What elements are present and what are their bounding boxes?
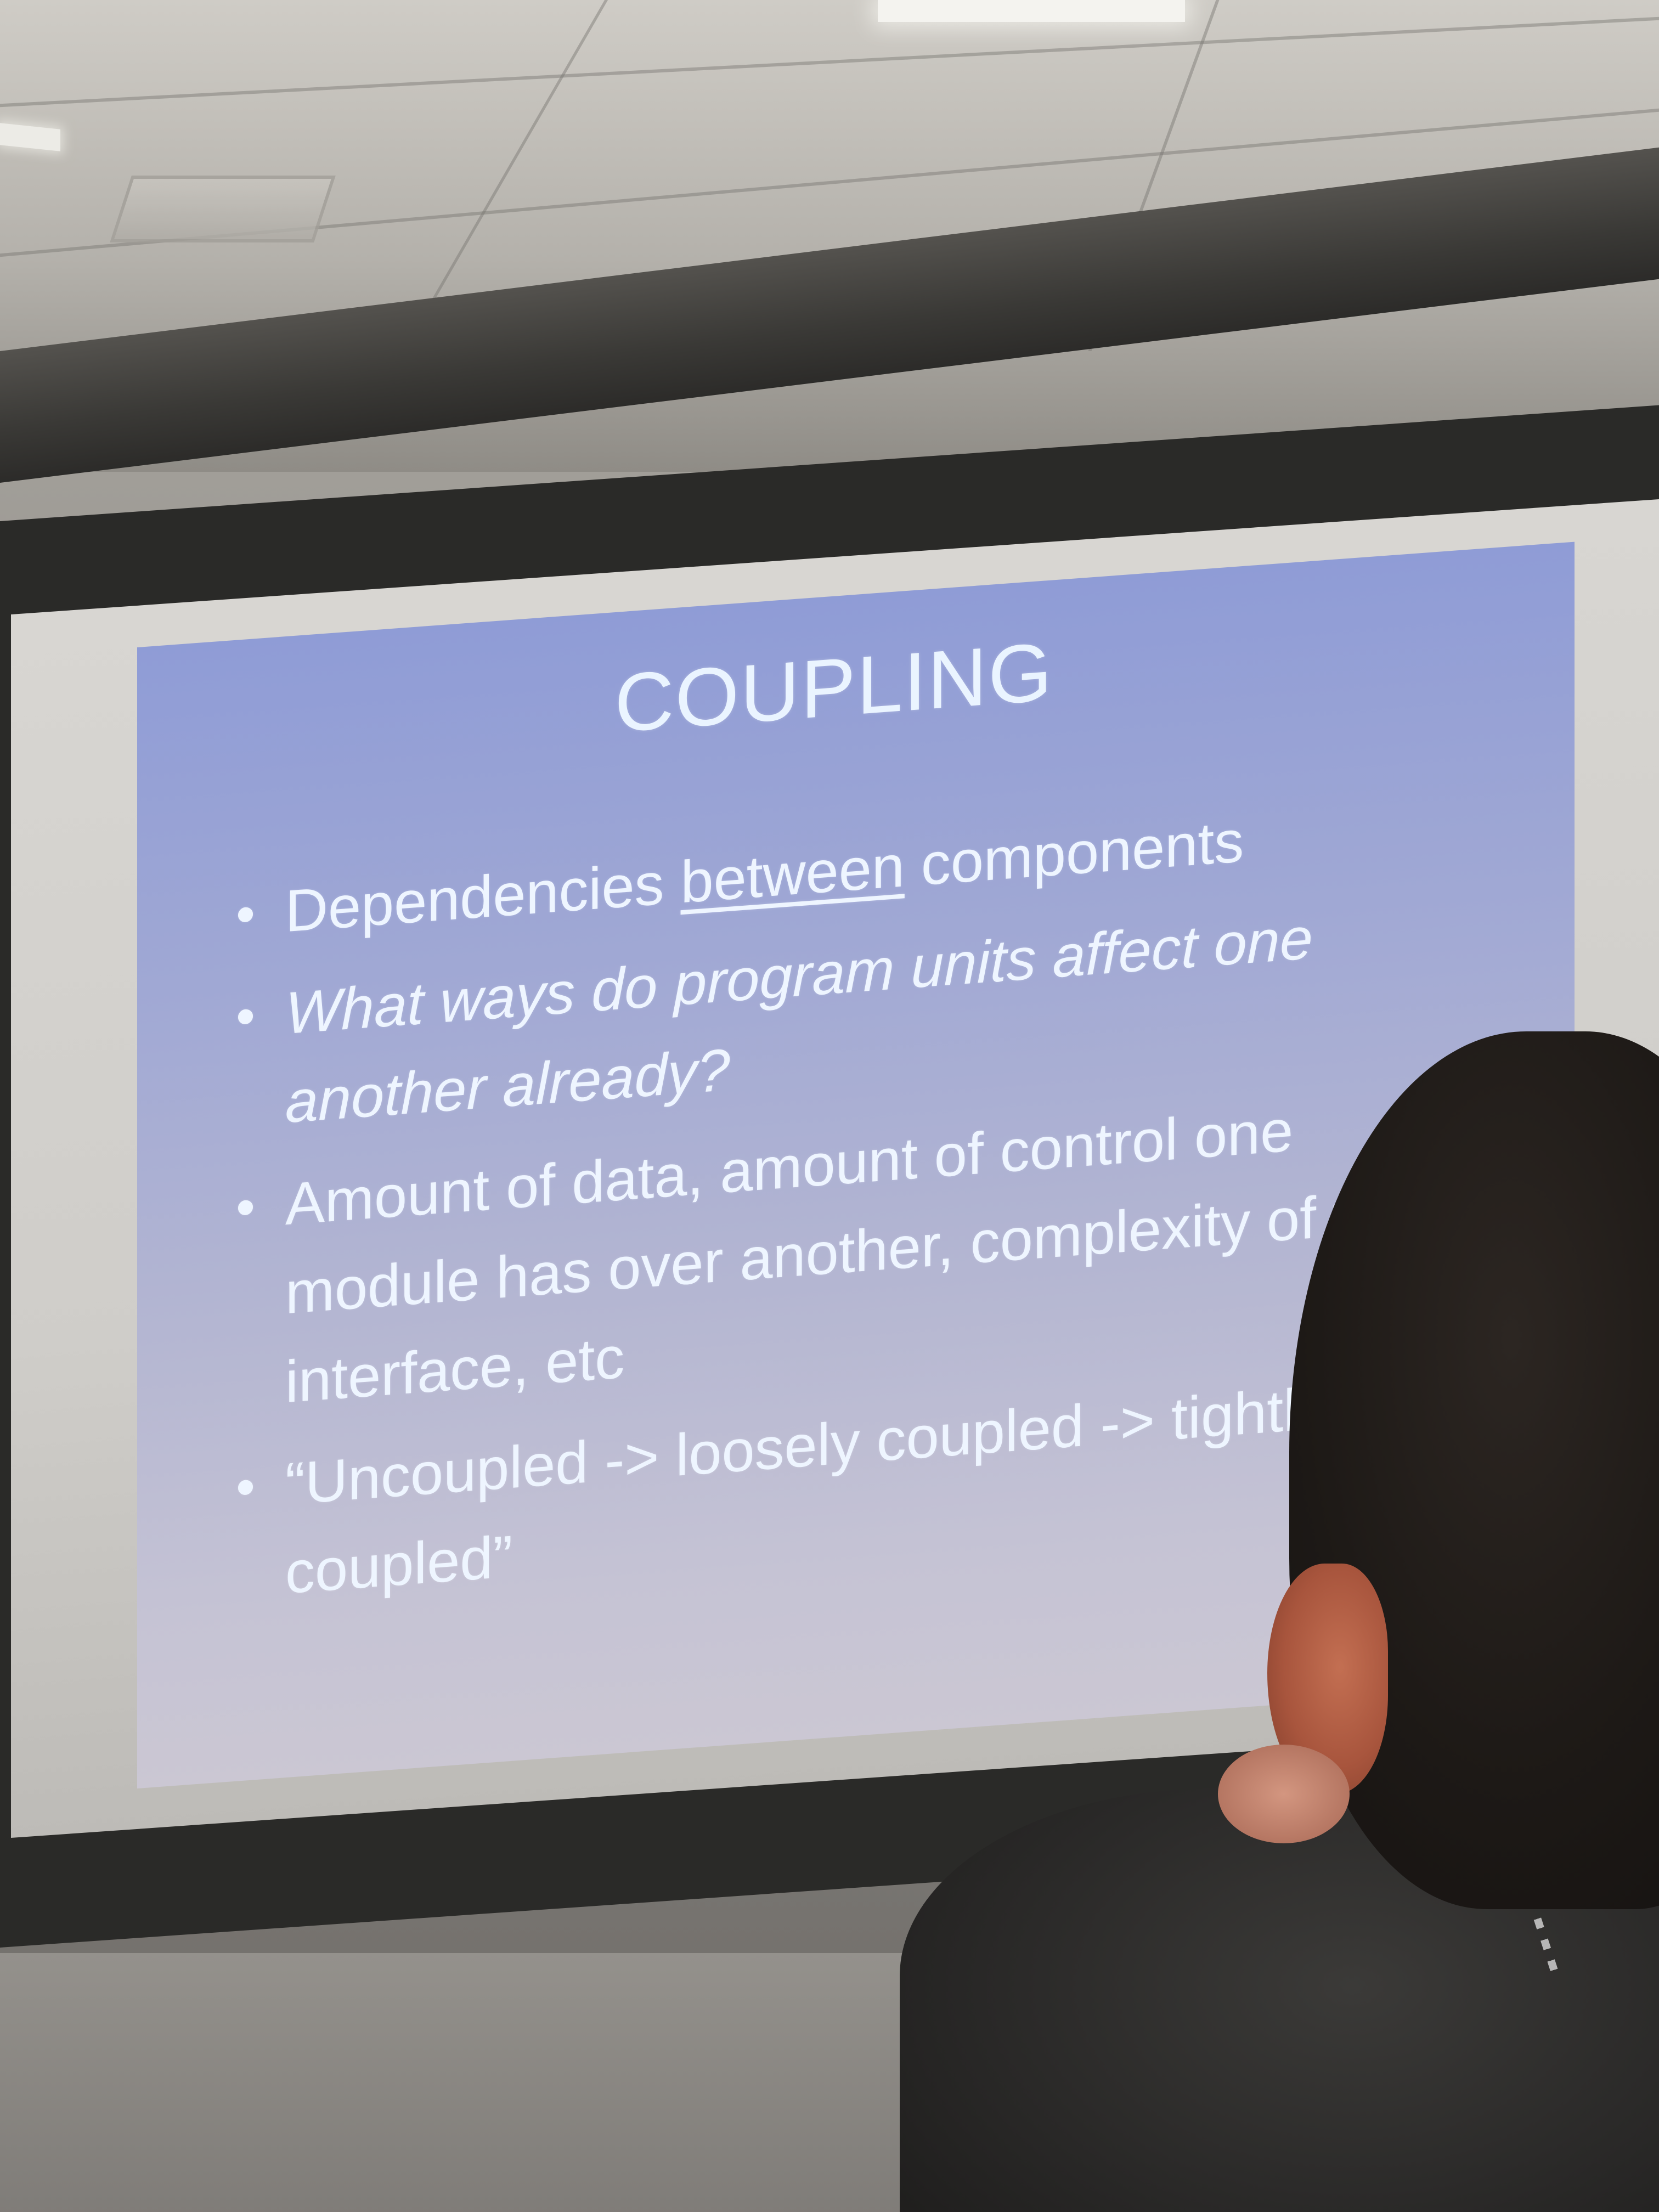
bullet-continuation: coupled” (285, 1522, 513, 1606)
lecture-room-photo: COUPLING • Dependencies between componen… (0, 0, 1659, 2212)
bullet-dot: • (236, 1176, 256, 1239)
ceiling-vent (110, 176, 336, 242)
bullet-dot: • (236, 883, 256, 946)
ceiling-light (0, 123, 60, 151)
bullet-continuation: interface, etc (285, 1323, 625, 1415)
ceiling-tile-line (0, 16, 1659, 108)
bullet-dot: • (236, 1455, 256, 1519)
person-hand (1218, 1745, 1350, 1843)
bullet-text: Amount of data, amount of control one mo… (285, 1097, 1383, 1415)
underlined-word: between (680, 832, 905, 916)
ceiling-light (878, 0, 1185, 22)
bullet-dot: • (236, 985, 256, 1048)
